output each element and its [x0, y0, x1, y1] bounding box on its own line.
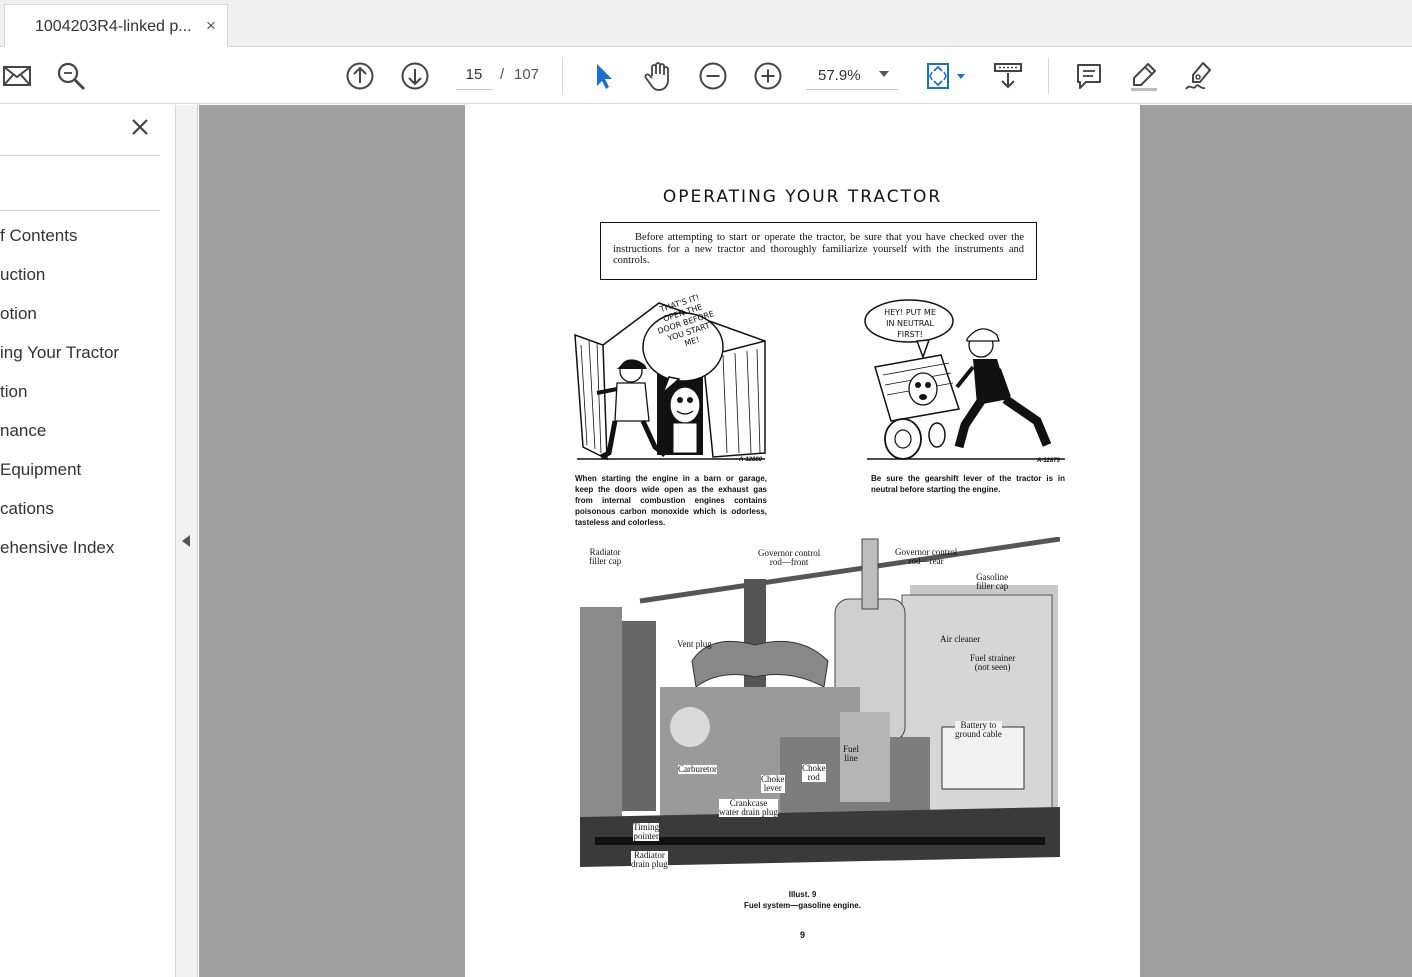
bookmarks-panel: f Contents uction otion ing Your Tractor…	[0, 105, 176, 977]
bookmark-description[interactable]: otion	[0, 301, 37, 327]
page-title: OPERATING YOUR TRACTOR	[662, 187, 943, 207]
toolbar: / 107 57.9%	[0, 48, 1412, 104]
next-page-icon[interactable]	[398, 59, 432, 93]
bookmark-specifications[interactable]: cations	[0, 496, 54, 522]
page-number-input[interactable]	[456, 60, 492, 90]
label-radiator-filler-cap: Radiator filler cap	[589, 547, 622, 566]
highlight-icon[interactable]	[1127, 59, 1161, 93]
tab-bar: 1004203R4-linked p... ×	[0, 0, 1412, 47]
illustration-title: Fuel system—gasoline engine.	[744, 901, 861, 910]
cartoon-right-speech: HEY! PUT ME IN NEUTRAL FIRST!	[884, 308, 936, 339]
chevron-left-icon[interactable]	[182, 535, 190, 547]
illustration-caption: Illust. 9 Fuel system—gasoline engine.	[465, 889, 1140, 911]
label-radiator-drain-plug: Radiator drain plug	[631, 850, 668, 869]
close-icon[interactable]	[128, 115, 152, 139]
zoom-value: 57.9%	[818, 67, 861, 84]
zoom-in-icon[interactable]	[751, 59, 785, 93]
label-timing-pointer: Timing pointer	[633, 822, 660, 841]
sidebar-divider	[0, 155, 160, 156]
sign-icon[interactable]	[1182, 59, 1216, 93]
zoom-dropdown[interactable]: 57.9%	[806, 60, 898, 90]
chevron-down-icon	[879, 71, 889, 77]
label-carburetor: Carburetor	[678, 764, 717, 774]
zoom-out-icon[interactable]	[696, 59, 730, 93]
label-choke-rod: Choke rod	[802, 763, 826, 782]
search-icon[interactable]	[54, 59, 88, 93]
cartoon-left-fig-number: A-12880	[739, 457, 763, 463]
sidebar-divider	[0, 210, 160, 211]
toolbar-divider	[562, 58, 563, 94]
scroll-mode-icon[interactable]	[991, 59, 1025, 93]
engine-fig-number: A-26534	[1024, 864, 1048, 870]
sidebar-collapse-handle[interactable]	[176, 105, 198, 977]
cartoon-right-caption: Be sure the gearshift lever of the tract…	[871, 474, 1065, 494]
comment-icon[interactable]	[1072, 59, 1106, 93]
bookmark-lubrication[interactable]: tion	[0, 379, 27, 405]
bookmark-equipment[interactable]: Equipment	[0, 457, 81, 483]
page-separator: /	[500, 66, 505, 83]
label-crankcase-drain-plug: Crankcase water drain plug	[719, 798, 778, 817]
tab-title: 1004203R4-linked p...	[35, 18, 192, 35]
label-vent-plug: Vent plug	[677, 639, 712, 649]
notice-text: Before attempting to start or operate th…	[613, 232, 1024, 266]
label-fuel-strainer: Fuel strainer (not seen)	[970, 653, 1016, 672]
hand-icon[interactable]	[641, 59, 675, 93]
document-viewport[interactable]: OPERATING YOUR TRACTOR Before attempting…	[199, 105, 1412, 977]
label-governor-rod-front: Governor control rod—front	[758, 548, 821, 567]
label-governor-rod-rear: Governor control rod—rear	[895, 547, 958, 566]
label-battery-ground-cable: Battery to ground cable	[955, 720, 1002, 739]
select-cursor-icon[interactable]	[586, 59, 620, 93]
cartoon-right-fig-number: A-12879	[1037, 458, 1061, 464]
label-fuel-line: Fuel line	[843, 744, 860, 763]
toolbar-divider	[1048, 58, 1049, 94]
document-tab[interactable]: 1004203R4-linked p... ×	[4, 4, 228, 47]
prev-page-icon[interactable]	[343, 59, 377, 93]
pdf-page: OPERATING YOUR TRACTOR Before attempting…	[465, 105, 1140, 977]
page-number: 9	[799, 930, 805, 940]
label-air-cleaner: Air cleaner	[940, 634, 981, 644]
bookmark-introduction[interactable]: uction	[0, 262, 45, 288]
bookmark-maintenance[interactable]: nance	[0, 418, 46, 444]
label-gasoline-filler-cap: Gasoline filler cap	[976, 572, 1009, 591]
tab-close-icon[interactable]: ×	[206, 16, 216, 36]
illustration-number: Illust. 9	[788, 890, 817, 899]
mail-icon[interactable]	[0, 59, 34, 93]
notice-box: Before attempting to start or operate th…	[600, 222, 1037, 280]
fit-page-icon[interactable]	[921, 59, 969, 93]
bookmark-table-of-contents[interactable]: f Contents	[0, 223, 78, 249]
bookmark-operating-your-tractor[interactable]: ing Your Tractor	[0, 340, 119, 366]
cartoon-left-caption: When starting the engine in a barn or ga…	[575, 474, 767, 527]
label-choke-lever: Choke lever	[761, 774, 785, 793]
page-total: 107	[514, 66, 540, 83]
bookmark-comprehensive-index[interactable]: ehensive Index	[0, 535, 114, 561]
